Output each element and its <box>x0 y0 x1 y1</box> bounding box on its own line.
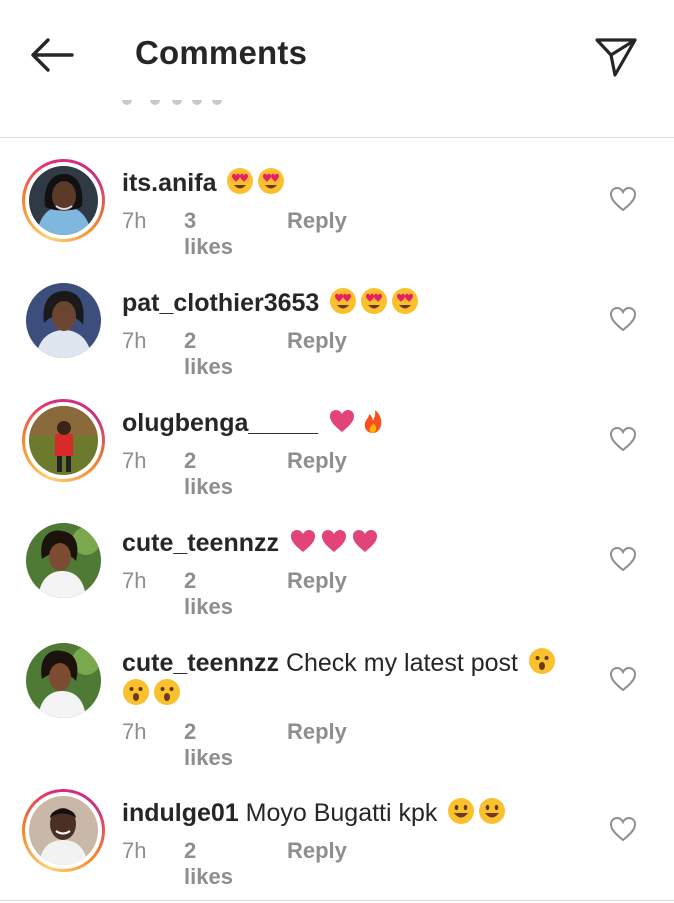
comment-username[interactable]: cute_teennzz <box>122 529 279 557</box>
comment-likes[interactable]: 2 likes <box>184 568 233 620</box>
header-divider <box>0 137 674 138</box>
comment-username[interactable]: pat_clothier3653 <box>122 289 319 317</box>
hushed-face-emoji-icon <box>154 679 180 705</box>
back-button[interactable] <box>26 30 78 80</box>
comment-time: 7h <box>122 838 147 863</box>
comment-body: Moyo Bugatti kpk <box>245 799 438 827</box>
heart-outline-icon <box>609 816 637 842</box>
comment-item: cute_teennzz 7h 2 likes Reply <box>0 510 674 630</box>
arrow-left-icon <box>31 38 74 72</box>
heart-outline-icon <box>609 546 637 572</box>
heart-outline-icon <box>609 426 637 452</box>
comment-time: 7h <box>122 208 147 233</box>
comment-text: cute_teennzz <box>122 527 379 558</box>
comment-time: 7h <box>122 448 147 473</box>
comment-username[interactable]: olugbenga_____ <box>122 409 318 437</box>
comment-item: its.anifa 7h 3 likes Reply <box>0 150 674 270</box>
like-button[interactable] <box>609 306 637 332</box>
like-button[interactable] <box>609 666 637 692</box>
comment-text: pat_clothier3653 <box>122 287 419 318</box>
comment-text: indulge01 Moyo Bugatti kpk <box>122 797 506 828</box>
red-heart-emoji-icon <box>352 530 377 552</box>
reply-button[interactable]: Reply <box>287 208 347 234</box>
comment-text: its.anifa <box>122 167 285 198</box>
avatar-photo <box>29 406 98 475</box>
avatar[interactable] <box>22 639 105 722</box>
like-button[interactable] <box>609 546 637 572</box>
avatar-photo <box>26 283 101 358</box>
heart-outline-icon <box>609 186 637 212</box>
page-title: Comments <box>135 34 308 71</box>
comment-likes[interactable]: 2 likes <box>184 328 233 380</box>
like-button[interactable] <box>609 426 637 452</box>
comment-text: cute_teennzz Check my latest post <box>122 647 582 709</box>
red-heart-emoji-icon <box>321 530 346 552</box>
comment-text: olugbenga_____ <box>122 407 387 438</box>
fire-emoji-icon <box>364 410 382 433</box>
reply-button[interactable]: Reply <box>287 328 347 354</box>
heart-eyes-emoji-icon <box>258 168 285 194</box>
comment-item: cute_teennzz Check my latest post 7h 2 l… <box>0 630 674 780</box>
red-heart-emoji-icon <box>290 530 315 552</box>
reply-button[interactable]: Reply <box>287 448 347 474</box>
hushed-face-emoji-icon <box>528 648 555 674</box>
comment-item: indulge01 Moyo Bugatti kpk 7h 2 likes Re… <box>0 780 674 900</box>
like-button[interactable] <box>609 186 637 212</box>
comment-likes[interactable]: 3 likes <box>184 208 233 260</box>
comment-item: olugbenga_____ 7h 2 likes Reply <box>0 390 674 510</box>
comment-likes[interactable]: 2 likes <box>184 838 233 890</box>
avatar[interactable] <box>22 519 105 602</box>
paper-plane-icon <box>595 38 637 77</box>
avatar-photo <box>29 796 98 865</box>
avatar-photo <box>26 523 101 598</box>
avatar-photo <box>26 643 101 718</box>
reply-button[interactable]: Reply <box>287 838 347 864</box>
comment-item: pat_clothier3653 7h 2 likes Reply <box>0 270 674 390</box>
top-app-bar: Comments <box>0 0 674 110</box>
share-button[interactable] <box>590 31 640 81</box>
avatar[interactable] <box>22 789 105 872</box>
comment-username[interactable]: cute_teennzz <box>122 649 279 677</box>
like-button[interactable] <box>609 816 637 842</box>
avatar[interactable] <box>22 399 105 482</box>
heart-eyes-emoji-icon <box>330 288 357 314</box>
avatar[interactable] <box>22 159 105 242</box>
comment-username[interactable]: its.anifa <box>122 169 216 197</box>
hushed-face-emoji-icon <box>123 679 149 705</box>
heart-outline-icon <box>609 666 637 692</box>
avatar-photo <box>29 166 98 235</box>
comment-time: 7h <box>122 719 147 744</box>
heart-outline-icon <box>609 306 637 332</box>
comment-time: 7h <box>122 328 147 353</box>
grinning-face-emoji-icon <box>448 798 475 824</box>
comment-likes[interactable]: 2 likes <box>184 448 233 500</box>
red-heart-emoji-icon <box>329 410 354 432</box>
list-bottom-divider <box>0 900 674 901</box>
comment-likes[interactable]: 2 likes <box>184 719 233 771</box>
reply-button[interactable]: Reply <box>287 719 347 745</box>
comment-time: 7h <box>122 568 147 593</box>
avatar[interactable] <box>22 279 105 362</box>
clipped-previous-comment <box>122 100 232 110</box>
grinning-face-emoji-icon <box>479 798 506 824</box>
comment-username[interactable]: indulge01 <box>122 799 239 827</box>
heart-eyes-emoji-icon <box>361 288 388 314</box>
reply-button[interactable]: Reply <box>287 568 347 594</box>
heart-eyes-emoji-icon <box>227 168 254 194</box>
comment-body: Check my latest post <box>285 649 518 677</box>
heart-eyes-emoji-icon <box>392 288 419 314</box>
